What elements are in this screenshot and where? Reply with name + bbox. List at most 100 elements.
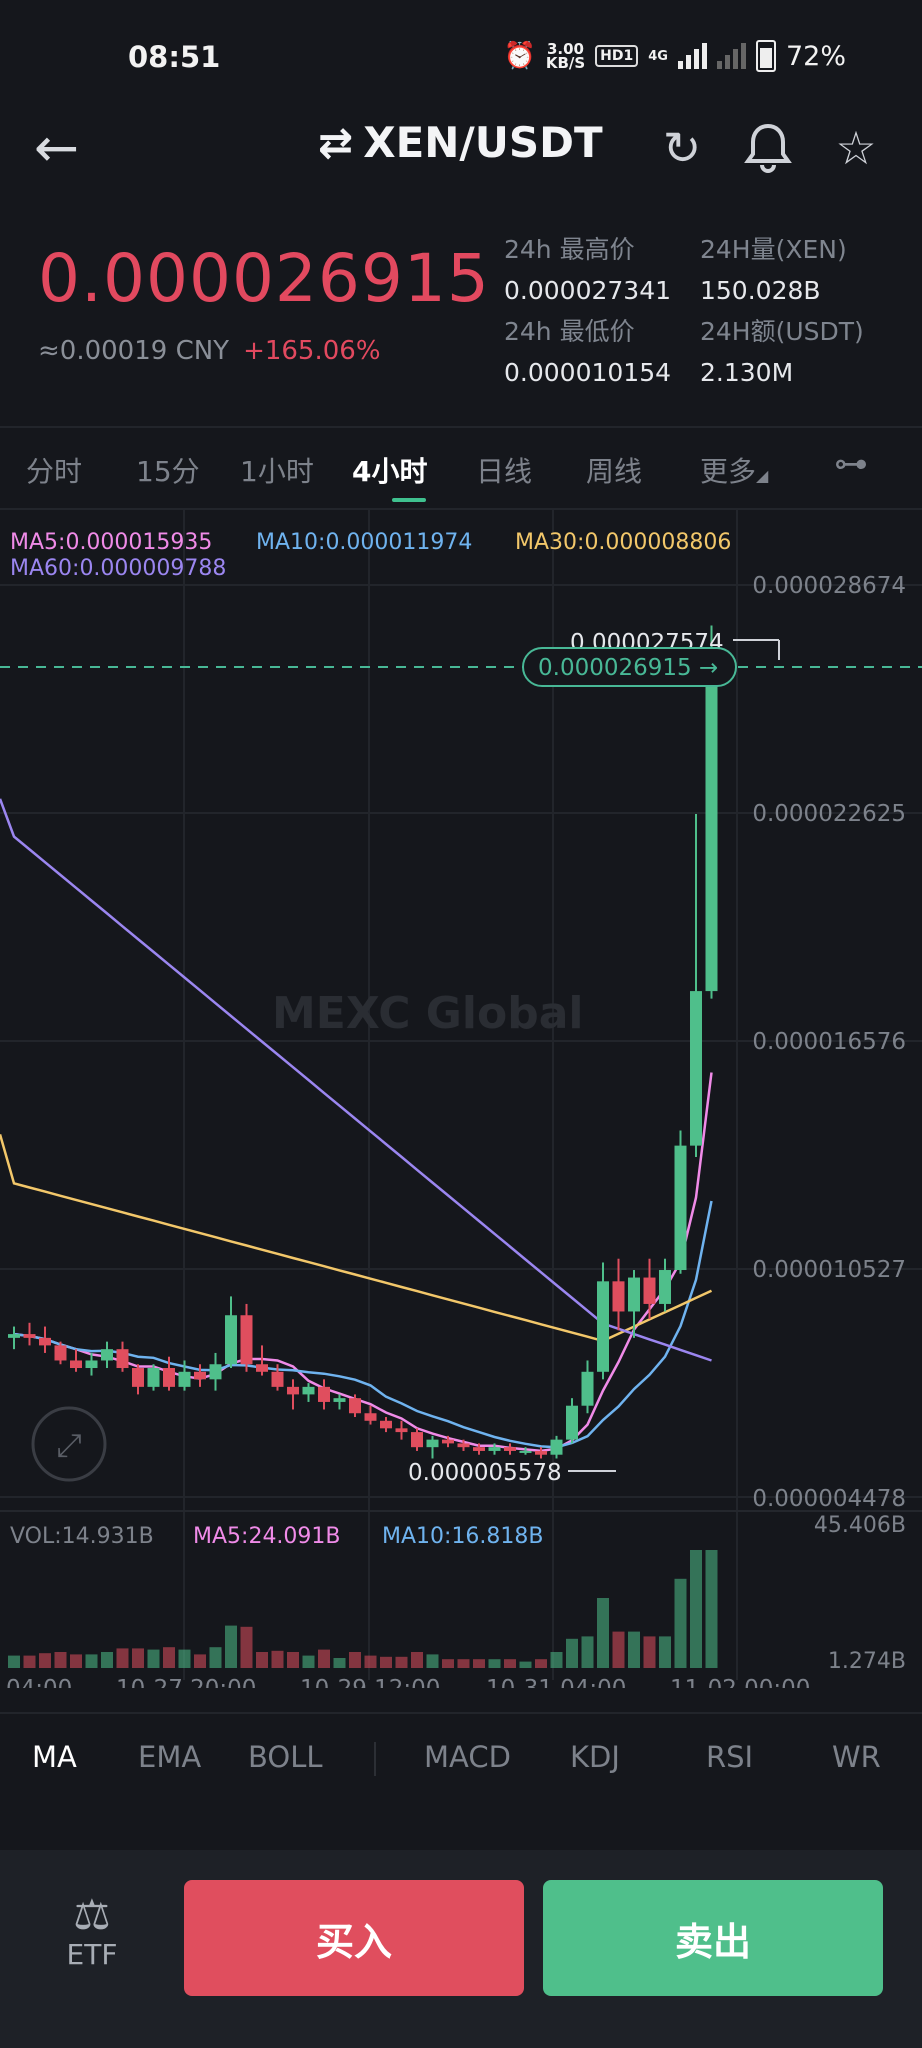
volume-bars [8, 1550, 718, 1668]
candle-body [271, 1371, 284, 1387]
swap-icon: ⇄ [318, 118, 354, 167]
tab-week[interactable]: 周线 [586, 450, 642, 490]
network-type: 4G [648, 48, 668, 64]
low-annotation: 0.000005578 [408, 1460, 562, 1486]
candle-body [101, 1349, 113, 1361]
active-tab-indicator [392, 498, 426, 502]
tab-boll[interactable]: BOLL [248, 1740, 323, 1774]
stat-high: 24h 最高价 0.000027341 [504, 235, 672, 305]
refresh-icon[interactable]: ↻ [654, 120, 710, 176]
back-arrow-icon[interactable]: ← [34, 118, 94, 178]
volume-bar [705, 1550, 718, 1668]
time-axis-1: 04:00 [6, 1676, 72, 1688]
tab-15m[interactable]: 15分 [136, 450, 200, 490]
ma5-legend: MA5:0.000015935 [10, 530, 212, 555]
cny-price: ≈0.00019 CNY [38, 336, 230, 366]
stat-low: 24h 最低价 0.000010154 [504, 317, 672, 387]
candle-body [364, 1413, 377, 1421]
volume-bar [380, 1656, 392, 1668]
candle-body [597, 1281, 609, 1372]
volume-bar [54, 1652, 67, 1668]
expand-icon: ⤢ [56, 1426, 82, 1464]
candle-body [442, 1439, 454, 1444]
tab-more[interactable]: 更多◢ [700, 450, 768, 490]
candle-body [705, 651, 718, 992]
candle-body [147, 1368, 160, 1387]
candle-body [302, 1386, 315, 1395]
etf-button[interactable]: ⚖ ETF [62, 1890, 122, 1972]
candle-body [504, 1447, 516, 1451]
time-axis-4: 10-31 04:00 [486, 1676, 626, 1688]
tab-kdj[interactable]: KDJ [570, 1740, 620, 1774]
price-axis-4: 0.000010527 [752, 1257, 906, 1283]
candle-body [581, 1371, 594, 1406]
ma60-line [0, 798, 712, 1362]
tab-time[interactable]: 分时 [26, 450, 82, 490]
tab-rsi[interactable]: RSI [706, 1740, 753, 1774]
battery-icon [755, 40, 776, 72]
volume-bar [349, 1652, 361, 1668]
tab-1h[interactable]: 1小时 [240, 450, 314, 490]
tab-ma[interactable]: MA [32, 1740, 77, 1774]
volume-bar [581, 1636, 594, 1668]
tab-day[interactable]: 日线 [476, 450, 532, 490]
candle-body [333, 1398, 346, 1402]
volume-bar [411, 1652, 423, 1668]
candle-body [116, 1349, 129, 1369]
tab-macd[interactable]: MACD [424, 1740, 511, 1774]
candle-body [318, 1386, 330, 1402]
ma60-legend: MA60:0.000009788 [10, 556, 226, 581]
chart-settings-icon[interactable]: ⊶ [834, 444, 868, 484]
volume-bar [674, 1578, 687, 1668]
sell-button[interactable]: 卖出 [543, 1880, 883, 1996]
volume-bar [209, 1647, 222, 1668]
tab-wr[interactable]: WR [832, 1740, 881, 1774]
etf-icon: ⚖ [73, 1890, 111, 1939]
vol-axis-min: 1.274B [828, 1649, 906, 1674]
caret-icon: ◢ [756, 466, 769, 485]
candle-body [287, 1386, 299, 1395]
candle-body [488, 1447, 501, 1451]
candlestick-chart[interactable]: MA5:0.000015935 MA10:0.000011974 MA30:0.… [0, 508, 922, 1688]
hd-badge: HD1 [595, 45, 639, 67]
candle-body [380, 1420, 392, 1429]
time-axis-3: 10-29 12:00 [300, 1676, 440, 1688]
net-speed: 3.00 KB/S [545, 40, 586, 72]
volume-bar [147, 1649, 160, 1668]
volume-bar [240, 1626, 253, 1668]
bell-icon[interactable] [740, 120, 796, 176]
tab-ema[interactable]: EMA [138, 1740, 201, 1774]
status-icons: ⏰ 3.00 KB/S HD1 4G 72% [503, 40, 846, 72]
last-price: 0.000026915 [38, 240, 490, 317]
pair-title[interactable]: ⇄ XEN/USDT [318, 118, 603, 167]
price-axis-5: 0.000004478 [752, 1486, 906, 1512]
volume-bar [116, 1648, 129, 1668]
volume-bar [504, 1659, 516, 1668]
volume-bar [287, 1652, 299, 1668]
current-price-tag-text: 0.000026915 → [538, 655, 718, 681]
volume-bar [178, 1649, 191, 1668]
price-axis-3: 0.000016576 [752, 1029, 906, 1055]
volume-bar [473, 1659, 485, 1668]
star-icon[interactable]: ☆ [828, 120, 884, 176]
candle-body [8, 1334, 20, 1338]
indicator-divider [374, 1742, 376, 1776]
candle-body [426, 1439, 439, 1448]
volume-bar [318, 1649, 330, 1668]
volume-bar [39, 1653, 51, 1668]
volume-bar [163, 1647, 175, 1668]
price-axis-1: 0.000028674 [752, 573, 906, 599]
tab-4h[interactable]: 4小时 [352, 450, 427, 490]
volume-bar [426, 1654, 439, 1668]
volume-bar [194, 1654, 206, 1668]
volume-bar [488, 1659, 501, 1668]
buy-button[interactable]: 买入 [184, 1880, 524, 1996]
candle-body [209, 1364, 222, 1380]
candle-body [395, 1428, 408, 1433]
vol-axis-max: 45.406B [814, 1513, 906, 1538]
candle-body [535, 1450, 547, 1455]
ma30-legend: MA30:0.000008806 [515, 530, 731, 555]
watermark: MEXC Global [272, 988, 584, 1039]
vol-ma5-legend: MA5:24.091B [193, 1524, 341, 1549]
vol-ma10-legend: MA10:16.818B [382, 1524, 544, 1549]
